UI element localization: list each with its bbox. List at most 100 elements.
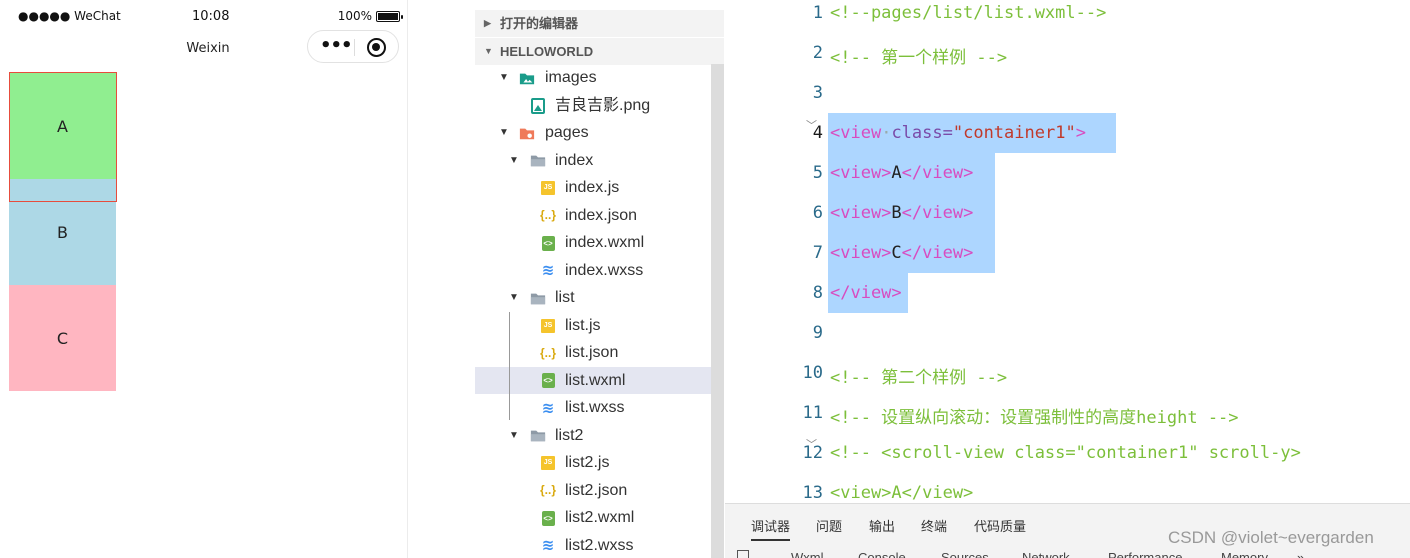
folder-open-icon <box>530 290 546 306</box>
tree-item[interactable]: {..} index.json <box>475 202 711 229</box>
inspect-icon[interactable] <box>737 550 749 558</box>
code-line-11: <!-- 设置纵向滚动：设置强制性的高度height --> <box>830 408 1239 428</box>
png-file-icon <box>530 97 546 114</box>
tree-item[interactable]: ≋ list.wxss <box>475 394 711 421</box>
battery-status: 100% <box>337 9 403 23</box>
string-token: "container1" <box>952 123 1076 143</box>
wxss-file-icon: ≋ <box>541 398 555 417</box>
code-line-12: <!-- <scroll-view class="container1" scr… <box>830 443 1301 463</box>
more-icon[interactable]: ••• <box>320 36 353 56</box>
code-line-5: <view>A</view> <box>830 163 973 183</box>
tag-token: <view <box>830 123 882 143</box>
expanded-chevron-icon[interactable]: ▼ <box>499 64 509 91</box>
tree-item[interactable]: ▼ list2 <box>475 422 711 449</box>
view-box-b: B <box>9 179 116 285</box>
tab-problems[interactable]: 问题 <box>816 516 842 535</box>
tree-item[interactable]: JS list2.js <box>475 449 711 476</box>
js-file-icon: JS <box>540 455 556 471</box>
line-number: 3 <box>812 83 823 103</box>
code-line-4: <view·class="container1"> <box>830 123 1086 143</box>
tree-item[interactable]: ≋ list2.wxss <box>475 532 711 558</box>
box-label: A <box>57 116 68 136</box>
code-line-10: <!-- 第二个样例 --> <box>830 368 1008 388</box>
more-tabs-icon[interactable]: » <box>1297 550 1304 558</box>
tree-item[interactable]: ≋ index.wxss <box>475 257 711 284</box>
subtab-console[interactable]: Console <box>858 550 906 558</box>
tree-item-label: 吉良吉影.png <box>555 96 651 114</box>
screen: ●●●●● WeChat 10:08 100% Weixin ••• A B C… <box>0 0 1410 558</box>
wxss-file-icon: ≋ <box>541 261 555 279</box>
code-editor[interactable]: 1 2 3 4 5 6 7 8 9 10 11 12 13 ﹀ ﹀ <!--pa… <box>725 0 1410 503</box>
line-number: 6 <box>812 203 823 223</box>
battery-text: 100% <box>337 9 372 23</box>
open-editors-header[interactable]: ▶ 打开的编辑器 <box>475 10 724 37</box>
tree-item[interactable]: <> list2.wxml <box>475 504 711 531</box>
text-token: C <box>891 243 902 263</box>
file-explorer: ▶ 打开的编辑器 ▼ HELLOWORLD ▼ images 吉良吉影.png ▼ pa… <box>475 0 725 558</box>
tab-terminal[interactable]: 终端 <box>921 516 947 535</box>
subtab-network[interactable]: Network <box>1022 550 1070 558</box>
capsule-menu[interactable]: ••• <box>307 30 399 63</box>
expanded-chevron-icon[interactable]: ▼ <box>509 284 519 311</box>
line-number: 2 <box>812 43 823 63</box>
explorer-scrollbar[interactable] <box>711 64 724 558</box>
tree-item[interactable]: {..} list2.json <box>475 477 711 504</box>
tree-item[interactable]: <> index.wxml <box>475 229 711 256</box>
tree-item-label: images <box>545 69 597 86</box>
view-box-c: C <box>9 285 116 391</box>
status-time: 10:08 <box>192 9 230 24</box>
project-header[interactable]: ▼ HELLOWORLD <box>475 38 724 65</box>
subtab-performance[interactable]: Performance <box>1108 550 1182 558</box>
json-file-icon: {..} <box>540 483 557 497</box>
js-file-icon: JS <box>540 180 556 196</box>
expanded-chevron-icon[interactable]: ▼ <box>509 422 519 449</box>
tree-item-label: pages <box>545 124 589 141</box>
tree-item[interactable]: <> list.wxml <box>475 366 724 394</box>
tree-item[interactable]: {..} list.json <box>475 339 711 366</box>
tree-item[interactable]: ▼ index <box>475 147 711 174</box>
tree-item-label: list <box>555 289 575 306</box>
tree-item-label: index.json <box>565 206 638 224</box>
tree-item[interactable]: JS list.js <box>475 312 711 339</box>
tag-token: <view> <box>830 163 892 183</box>
tab-code-quality[interactable]: 代码质量 <box>974 516 1026 535</box>
wxml-file-icon: <> <box>540 235 556 251</box>
expanded-chevron-icon[interactable]: ▼ <box>499 119 509 146</box>
tree-item[interactable]: JS index.js <box>475 174 711 201</box>
tree-item-label: list.wxss <box>565 399 625 416</box>
line-number: 10 <box>802 363 823 383</box>
tag-token: <view> <box>830 243 892 263</box>
image-folder-icon <box>519 70 535 86</box>
tree-item[interactable]: ▼ pages <box>475 119 711 146</box>
close-miniprogram-icon[interactable] <box>367 38 386 57</box>
wxss-file-icon: ≋ <box>541 536 555 554</box>
attr-token: class= <box>891 123 953 143</box>
tag-token: </view> <box>901 203 974 223</box>
line-number: 8 <box>812 283 823 303</box>
line-number: 13 <box>802 483 823 503</box>
battery-icon <box>376 10 403 22</box>
project-label: HELLOWORLD <box>500 44 594 59</box>
tab-output[interactable]: 输出 <box>869 516 895 535</box>
subtab-wxml[interactable]: Wxml <box>791 550 824 558</box>
expanded-chevron-icon[interactable]: ▼ <box>509 147 519 174</box>
fold-chevron-icon[interactable]: ﹀ <box>806 436 817 452</box>
code-line-2: <!-- 第一个样例 --> <box>830 48 1008 68</box>
wxml-file-icon: <> <box>540 510 556 526</box>
json-file-icon: {..} <box>540 345 557 360</box>
tree-item-label: index <box>555 151 594 169</box>
status-bar: ●●●●● WeChat 10:08 100% <box>8 0 408 32</box>
subtab-memory[interactable]: Memory <box>1221 550 1268 558</box>
tree-item-label: list2.wxss <box>565 536 634 554</box>
box-label: B <box>57 222 68 242</box>
tree-item[interactable]: ▼ list <box>475 284 711 311</box>
tree-item[interactable]: ▼ images <box>475 64 711 91</box>
line-number: 1 <box>812 3 823 23</box>
subtab-sources[interactable]: Sources <box>941 550 989 558</box>
fold-chevron-icon[interactable]: ﹀ <box>806 117 817 133</box>
js-file-icon: JS <box>540 318 556 334</box>
view-box-a: A <box>9 73 116 179</box>
code-line-6: <view>B</view> <box>830 203 973 223</box>
tree-item[interactable]: 吉良吉影.png <box>475 92 711 119</box>
tab-debugger[interactable]: 调试器 <box>751 516 791 541</box>
